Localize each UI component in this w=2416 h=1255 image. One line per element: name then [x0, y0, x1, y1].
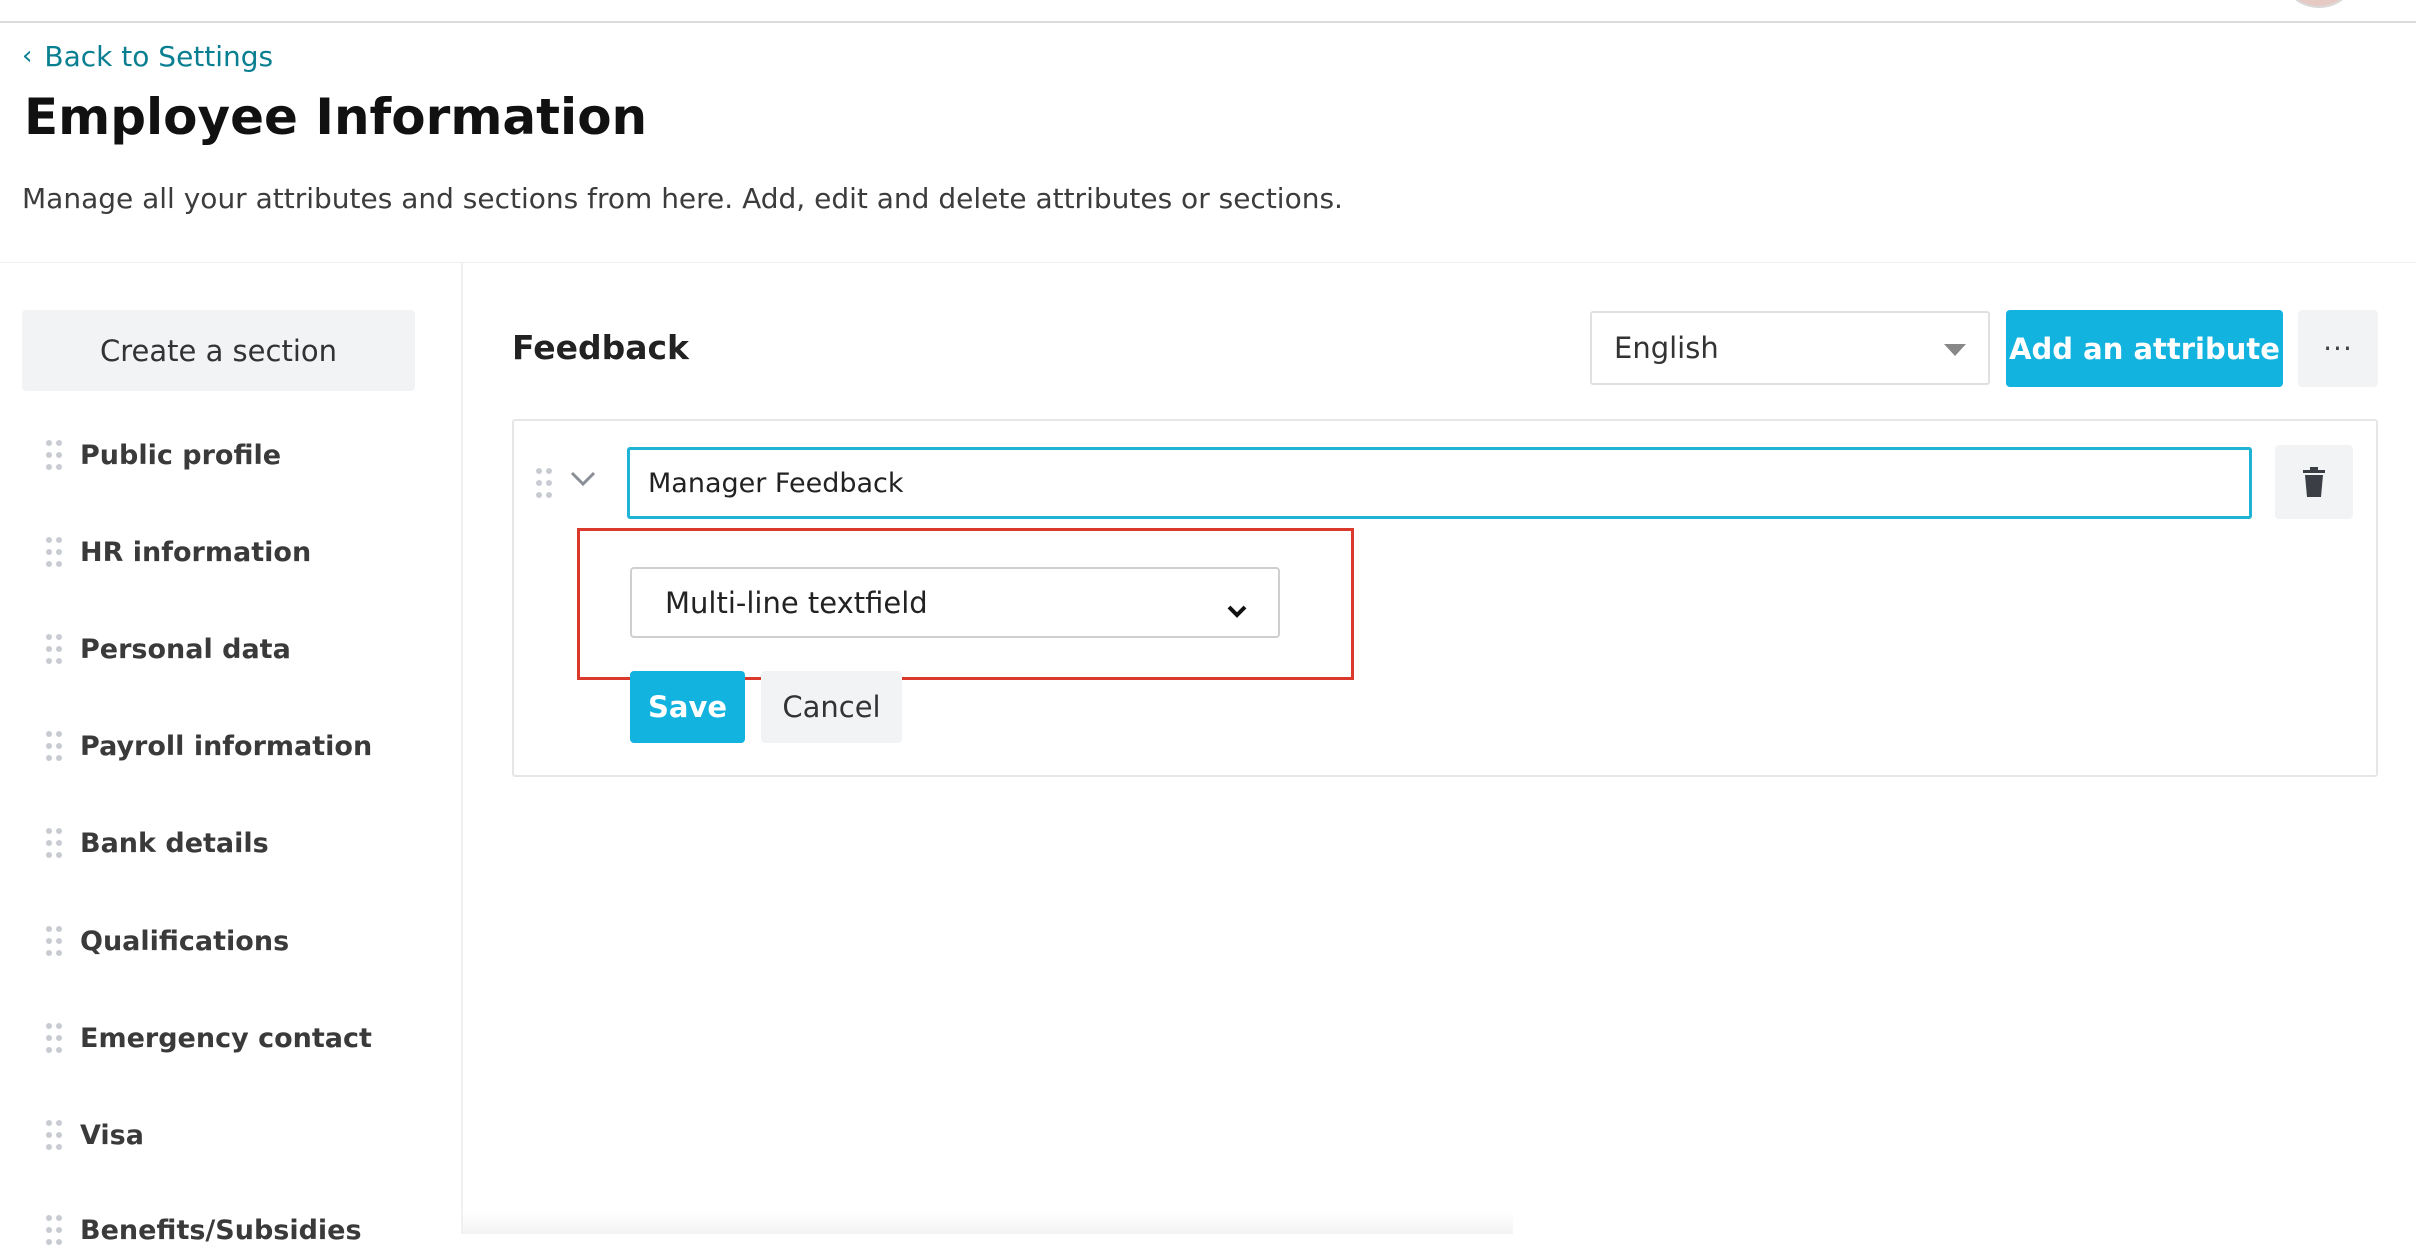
- sidebar-item-public-profile[interactable]: Public profile: [46, 430, 281, 480]
- drag-handle-icon[interactable]: [46, 634, 62, 664]
- drag-handle-icon[interactable]: [46, 926, 62, 956]
- attribute-name-input[interactable]: [627, 447, 2252, 519]
- drag-handle-icon[interactable]: [46, 828, 62, 858]
- sidebar-item-label: Personal data: [80, 633, 291, 665]
- language-select[interactable]: English: [1590, 311, 1990, 385]
- avatar[interactable]: [2286, 0, 2352, 8]
- sidebar-item-label: Qualifications: [80, 925, 290, 957]
- chevron-down-icon: [1226, 593, 1248, 627]
- attribute-type-value: Multi-line textfield: [665, 585, 928, 620]
- sidebar-item-label: HR information: [80, 536, 312, 568]
- drag-handle-icon[interactable]: [46, 1120, 62, 1150]
- sidebar-item-benefits-subsidies[interactable]: Benefits/Subsidies: [46, 1205, 362, 1255]
- sidebar-item-bank-details[interactable]: Bank details: [46, 818, 269, 868]
- sidebar-item-label: Visa: [80, 1119, 144, 1151]
- page-description: Manage all your attributes and sections …: [22, 182, 1343, 215]
- top-bar: [0, 0, 2416, 23]
- drag-handle-icon[interactable]: [536, 468, 552, 498]
- trash-icon[interactable]: [2275, 445, 2353, 519]
- sidebar-item-label: Emergency contact: [80, 1022, 372, 1054]
- drag-handle-icon[interactable]: [46, 440, 62, 470]
- chevron-left-icon: ‹: [22, 41, 33, 71]
- sidebar-item-emergency-contact[interactable]: Emergency contact: [46, 1013, 372, 1063]
- sidebar-item-qualifications[interactable]: Qualifications: [46, 916, 289, 966]
- add-attribute-button[interactable]: Add an attribute: [2006, 310, 2283, 387]
- back-link-label: Back to Settings: [44, 39, 274, 73]
- sidebar-item-visa[interactable]: Visa: [46, 1110, 144, 1160]
- drag-handle-icon[interactable]: [46, 1215, 62, 1245]
- sidebar-item-payroll-information[interactable]: Payroll information: [46, 721, 372, 771]
- section-title: Feedback: [512, 328, 689, 367]
- sidebar-item-label: Payroll information: [80, 730, 373, 762]
- sidebar-divider: [461, 263, 463, 1234]
- more-icon[interactable]: ···: [2298, 310, 2378, 387]
- drag-handle-icon[interactable]: [46, 731, 62, 761]
- attribute-type-select[interactable]: Multi-line textfield: [630, 567, 1280, 638]
- bottom-shadow: [463, 1212, 1513, 1234]
- sidebar-item-label: Bank details: [80, 827, 269, 859]
- header-divider: [0, 262, 2416, 263]
- sidebar-item-personal-data[interactable]: Personal data: [46, 624, 291, 674]
- sidebar-item-hr-information[interactable]: HR information: [46, 527, 311, 577]
- drag-handle-icon[interactable]: [46, 537, 62, 567]
- caret-down-icon: [1944, 344, 1966, 356]
- sidebar-item-label: Public profile: [80, 439, 282, 471]
- chevron-down-icon[interactable]: [568, 464, 598, 494]
- create-section-button[interactable]: Create a section: [22, 310, 415, 391]
- back-to-settings-link[interactable]: ‹ Back to Settings: [22, 38, 273, 74]
- page-title: Employee Information: [24, 88, 648, 146]
- save-button[interactable]: Save: [630, 671, 745, 743]
- drag-handle-icon[interactable]: [46, 1023, 62, 1053]
- cancel-button[interactable]: Cancel: [761, 671, 902, 743]
- language-select-value: English: [1614, 331, 1719, 365]
- sidebar-item-label: Benefits/Subsidies: [80, 1214, 362, 1246]
